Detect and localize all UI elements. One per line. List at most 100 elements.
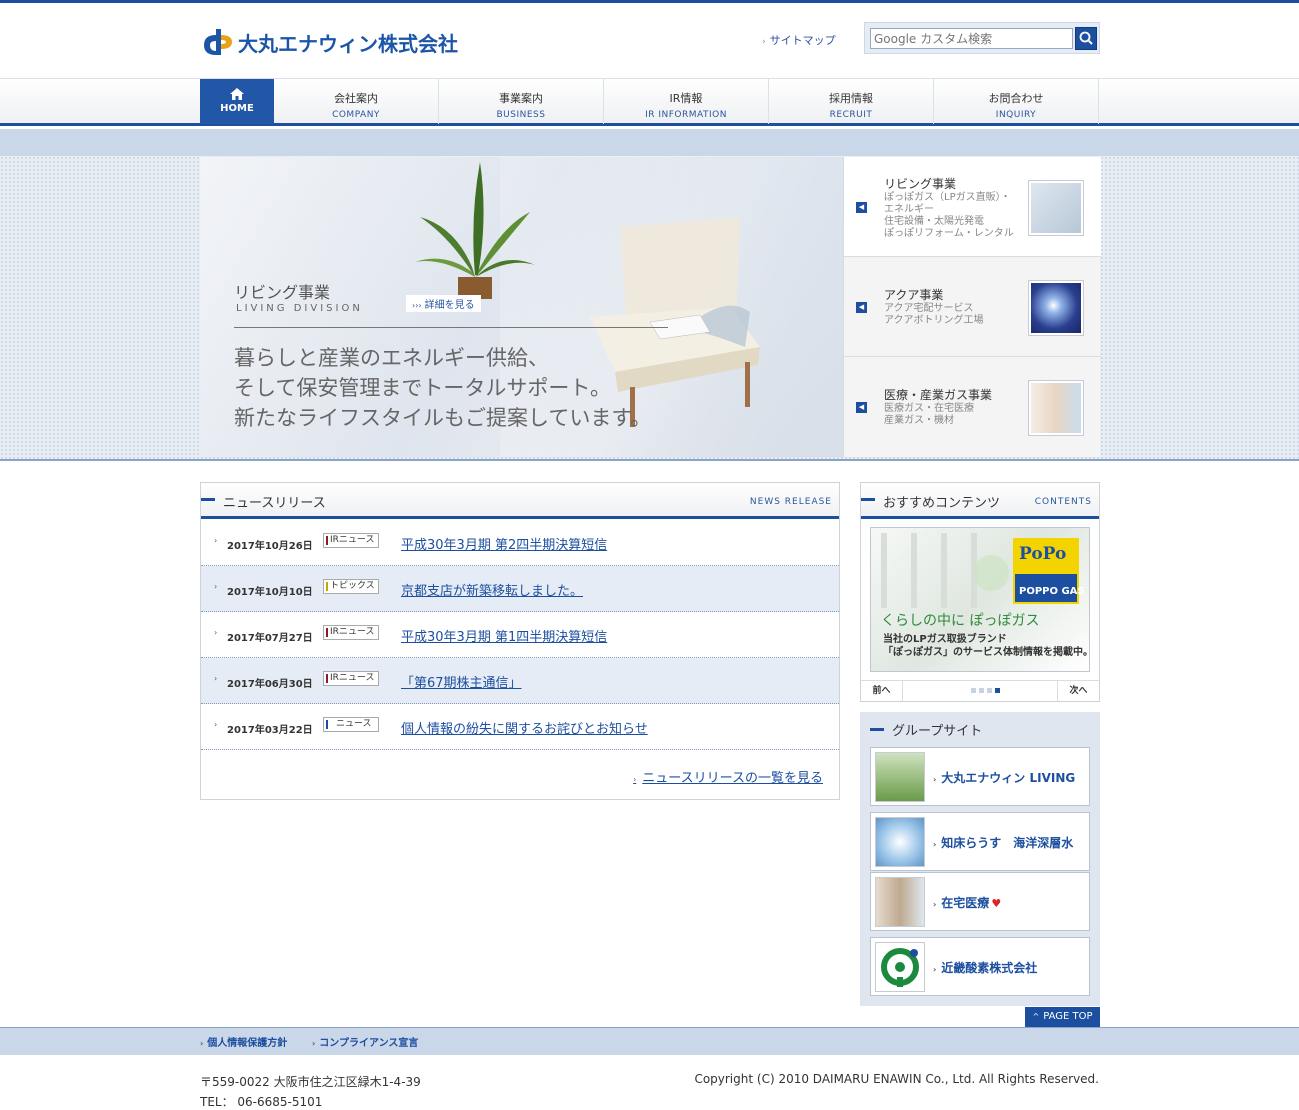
- sitemap-label: サイトマップ: [769, 34, 836, 47]
- global-nav: HOME 会社案内 COMPANY 事業案内 BUSINESS IR情報 IR INF…: [0, 78, 1299, 126]
- pager-dots: [971, 688, 1000, 693]
- arrow-right-icon: ›: [633, 775, 637, 784]
- news-badge: IRニュース: [323, 671, 379, 686]
- news-badge-label: IRニュース: [330, 535, 375, 545]
- nav-home[interactable]: HOME: [200, 79, 274, 124]
- nav-company[interactable]: 会社案内 COMPANY: [274, 79, 439, 124]
- news-list-link[interactable]: › ニュースリリースの一覧を見る: [633, 767, 823, 786]
- promo-catchphrase: くらしの中に ぽっぽガス: [881, 613, 1040, 629]
- tel-line: TEL： 06-6685-5101: [200, 1095, 323, 1109]
- side-desc-line: 医療ガス・在宅医療: [884, 403, 974, 414]
- plant-illustration: [415, 162, 535, 299]
- nav-label-en: INQUIRY: [995, 110, 1037, 120]
- news-link[interactable]: 平成30年3月期 第1四半期決算短信: [401, 626, 607, 645]
- heart-icon: ♥: [991, 897, 1002, 910]
- group-link-label: 知床らうす 海洋深層水: [941, 836, 1074, 850]
- hero-copy-line: 暮らしと産業のエネルギー供給、: [234, 346, 549, 370]
- window-illustration: [881, 533, 1009, 608]
- arrow-right-icon: ›: [933, 965, 937, 974]
- poppo-gas-banner[interactable]: PoPo POPPO GAS くらしの中に ぽっぽガス 当社のLPガス取扱ブラン…: [870, 527, 1090, 672]
- nav-recruit[interactable]: 採用情報 RECRUIT: [769, 79, 934, 124]
- side-item-desc: アクア宅配サービス アクアボトリング工場: [884, 303, 984, 327]
- arrow-right-icon: ›: [933, 840, 937, 849]
- pager-dot[interactable]: [971, 688, 976, 693]
- company-logo[interactable]: 大丸エナウィン株式会社: [200, 26, 458, 58]
- poppo-gas-logo: PoPo POPPO GAS: [1013, 538, 1085, 604]
- group-link-label: 大丸エナウィン LIVING: [941, 771, 1076, 785]
- contents-pager: 前へ 次へ: [861, 680, 1099, 701]
- nav-business[interactable]: 事業案内 BUSINESS: [439, 79, 604, 124]
- hero-copy-line: そして保安管理までトータルサポート。: [234, 376, 611, 400]
- hero-divider: [234, 327, 668, 328]
- next-button[interactable]: 次へ: [1057, 681, 1099, 701]
- search-input[interactable]: [870, 28, 1073, 49]
- side-item-aqua[interactable]: ◀ アクア事業 アクア宅配サービス アクアボトリング工場: [844, 257, 1101, 357]
- search-button[interactable]: [1075, 27, 1097, 50]
- group-link-kinki-sanso[interactable]: › 近畿酸素株式会社: [870, 937, 1090, 996]
- heading-bar: [870, 728, 884, 731]
- news-badge: ニュース: [323, 717, 379, 732]
- arrow-left-icon: ◀: [856, 202, 867, 213]
- news-row: › 2017年07月27日 IRニュース 平成30年3月期 第1四半期決算短信: [201, 612, 839, 658]
- pager-dot[interactable]: [987, 688, 992, 693]
- news-link[interactable]: 「第67期株主通信」: [401, 672, 522, 691]
- nav-label-en: COMPANY: [332, 110, 380, 120]
- side-item-living[interactable]: ◀ リビング事業 ぽっぽガス（LPガス直販）・ エネルギー 住宅設備・太陽光発電…: [844, 157, 1101, 257]
- side-desc-line: 産業ガス・機材: [884, 415, 954, 426]
- group-link-living[interactable]: › 大丸エナウィン LIVING: [870, 747, 1090, 806]
- prev-button[interactable]: 前へ: [861, 681, 903, 701]
- group-title: グループサイト: [892, 724, 983, 739]
- arrow-right-icon: ›: [214, 536, 218, 545]
- news-title: ニュースリリース: [223, 496, 326, 511]
- arrow-right-icon: ›: [933, 900, 937, 909]
- news-link[interactable]: 個人情報の紛失に関するお詫びとお知らせ: [401, 718, 648, 737]
- side-item-desc: ぽっぽガス（LPガス直販）・ エネルギー 住宅設備・太陽光発電 ぽっぽリフォーム…: [884, 192, 1014, 240]
- pager-dot[interactable]: [979, 688, 984, 693]
- sitemap-link[interactable]: › サイトマップ: [762, 32, 836, 48]
- arrow-right-icon: ›: [214, 628, 218, 637]
- news-badge-label: ニュース: [336, 719, 372, 729]
- promo-desc-line: 「ぽっぽガス」のサービス体制情報を掲載中。: [883, 647, 1090, 658]
- side-desc-line: 住宅設備・太陽光発電: [884, 216, 984, 227]
- news-row: › 2017年10月10日 トピックス 京都支店が新築移転しました。: [201, 566, 839, 612]
- news-link[interactable]: 平成30年3月期 第2四半期決算短信: [401, 534, 607, 553]
- kinki-sanso-logo-icon: [881, 948, 919, 987]
- nav-ir[interactable]: IR情報 IR INFORMATION: [604, 79, 769, 124]
- hero-more-link[interactable]: ››› 詳細を見る: [406, 295, 481, 312]
- group-link-label: 在宅医療: [941, 896, 990, 910]
- contents-header: おすすめコンテンツ CONTENTS: [861, 483, 1099, 519]
- arrow-right-icon: ›: [214, 674, 218, 683]
- nav-label: IR情報: [669, 92, 703, 105]
- promo-desc-line: 当社のLPガス取扱ブランド: [883, 634, 1007, 645]
- side-item-title: 医療・産業ガス事業: [884, 388, 993, 402]
- news-date: 2017年10月26日: [227, 541, 313, 552]
- hero-slide[interactable]: リビング事業 LIVING DIVISION ››› 詳細を見る 暮らしと産業のエ…: [200, 157, 843, 457]
- footer-link-label: 個人情報保護方針: [207, 1038, 288, 1049]
- arrow-right-icon: ›: [200, 1039, 204, 1048]
- group-link-home-medical[interactable]: › 在宅医療 ♥: [870, 872, 1090, 931]
- privacy-policy-link[interactable]: › 個人情報保護方針: [200, 1034, 287, 1049]
- compliance-link[interactable]: › コンプライアンス宣言: [312, 1034, 418, 1049]
- side-thumb-medical: [1028, 380, 1084, 436]
- news-release-panel: ニュースリリース NEWS RELEASE › 2017年10月26日 IRニュ…: [200, 482, 840, 800]
- news-date: 2017年07月27日: [227, 633, 313, 644]
- news-badge-label: IRニュース: [330, 673, 375, 683]
- triple-arrow-icon: ›››: [412, 301, 422, 310]
- hero-subtitle: LIVING DIVISION: [236, 303, 363, 314]
- nav-inquiry[interactable]: お問合わせ INQUIRY: [934, 79, 1099, 124]
- arrow-left-icon: ◀: [856, 302, 867, 313]
- nav-label: 採用情報: [829, 92, 873, 105]
- page-top-label: PAGE TOP: [1043, 1011, 1093, 1022]
- page-top-button[interactable]: ^ PAGE TOP: [1025, 1007, 1100, 1027]
- pager-dot-active[interactable]: [995, 688, 1000, 693]
- home-icon: [230, 88, 244, 100]
- side-item-medical[interactable]: ◀ 医療・産業ガス事業 医療ガス・在宅医療 産業ガス・機材: [844, 357, 1101, 457]
- group-link-label: 近畿酸素株式会社: [941, 961, 1038, 975]
- group-sites: グループサイト › 大丸エナウィン LIVING › 知床らうす 海洋深層水 › 在宅…: [860, 712, 1100, 1006]
- nav-label: 事業案内: [499, 92, 543, 105]
- news-link[interactable]: 京都支店が新築移転しました。: [401, 580, 583, 599]
- group-link-rausu[interactable]: › 知床らうす 海洋深層水: [870, 812, 1090, 871]
- nav-home-label: HOME: [220, 103, 254, 114]
- hero-more-label: 詳細を見る: [424, 300, 475, 311]
- company-address: 〒559-0022 大阪市住之江区緑木1-4-39 TEL： 06-6685-5…: [200, 1072, 421, 1110]
